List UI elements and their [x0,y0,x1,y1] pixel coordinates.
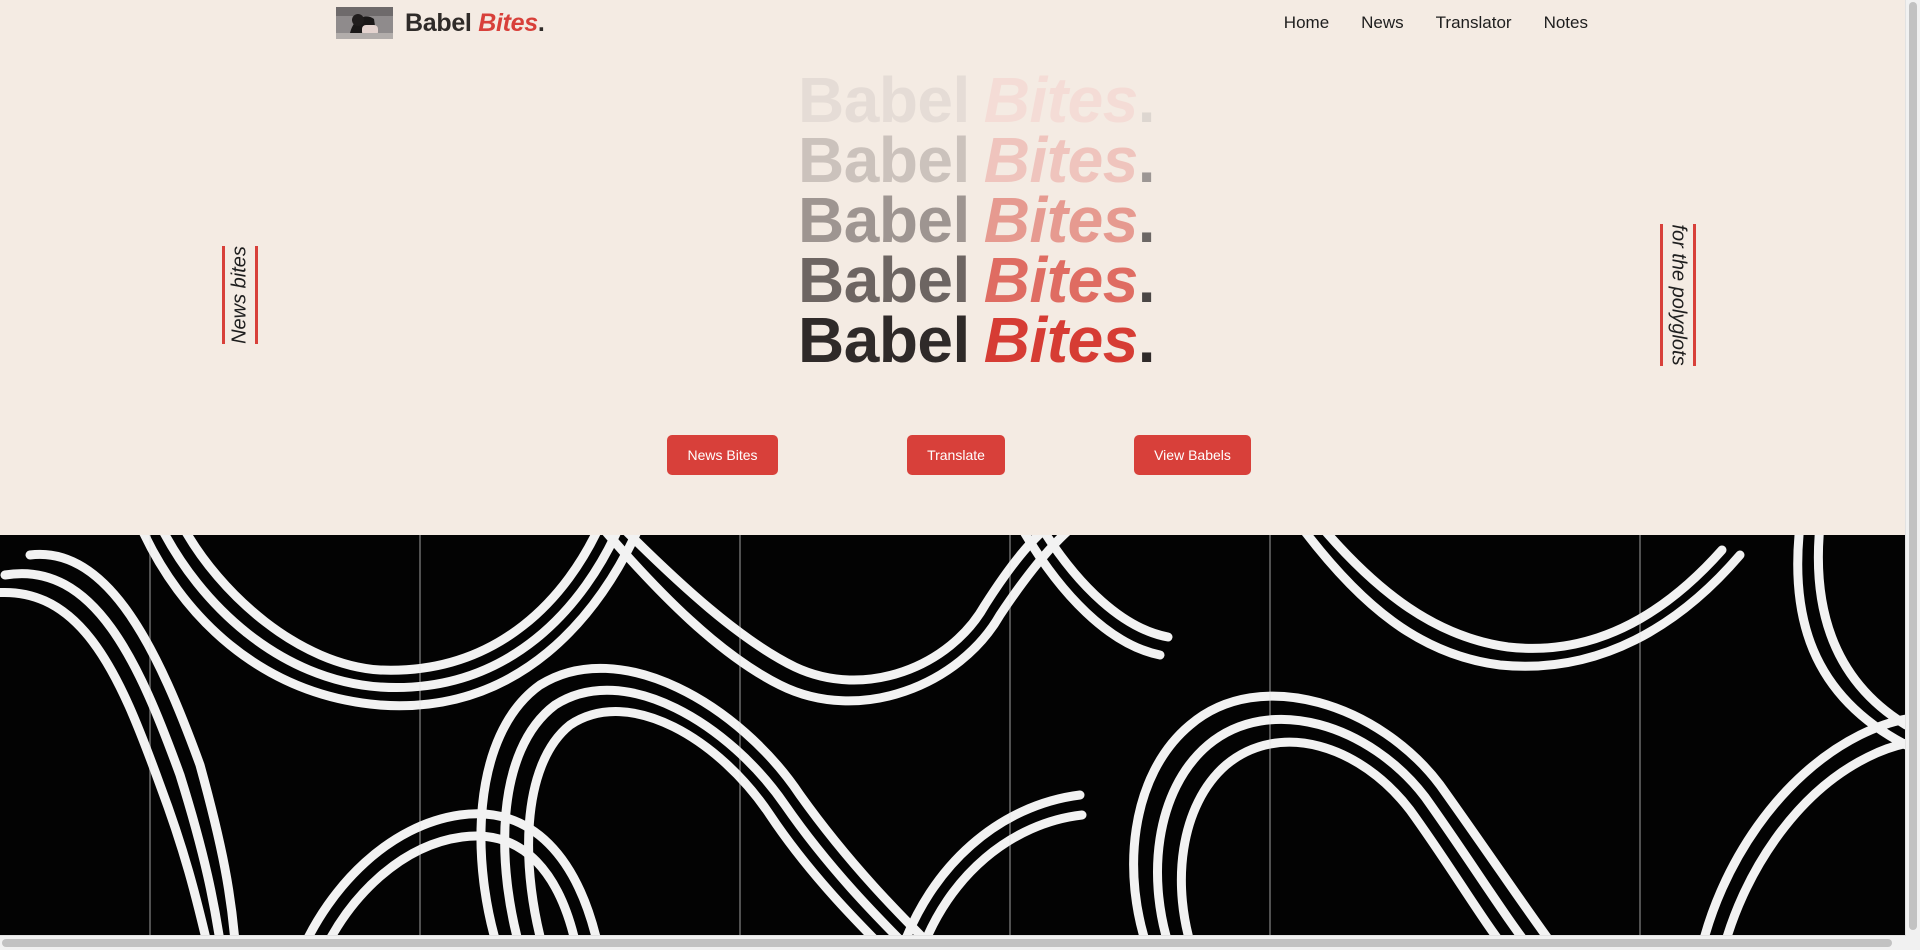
graffiti-banner-image [0,535,1906,935]
nav-notes[interactable]: Notes [1544,13,1588,33]
view-babels-button[interactable]: View Babels [1134,435,1251,475]
vertical-scrollbar[interactable] [1905,0,1920,950]
vertical-scrollbar-thumb[interactable] [1909,2,1917,930]
brand-name: Babel [405,8,472,37]
hero-title-stack: Babel Bites. Babel Bites. Babel Bites. Babe… [798,68,1198,372]
side-tag-left-text: News bites [228,246,251,344]
hero-line: Babel Bites. [798,308,1198,372]
side-tag-right: for the polyglots [1660,224,1696,366]
nav-translator[interactable]: Translator [1436,13,1512,33]
logo-thumbnail-image [336,7,393,39]
hero-line: Babel Bites. [798,188,1198,252]
navbar: Babel Bites. Home News Translator Notes [336,0,1588,46]
hero-line: Babel Bites. [798,248,1198,312]
side-tag-left: News bites [222,246,258,344]
brand-dot: . [537,8,545,37]
news-bites-button[interactable]: News Bites [667,435,778,475]
main-nav: Home News Translator Notes [1284,13,1588,33]
horizontal-scrollbar-thumb[interactable] [2,939,1892,947]
brand-logo[interactable]: Babel Bites. [336,7,545,39]
hero-word-bites: Bites [983,304,1139,376]
brand-title: Babel Bites. [405,9,545,38]
hero-line: Babel Bites. [798,128,1198,192]
horizontal-scrollbar[interactable] [0,935,1906,950]
nav-news[interactable]: News [1361,13,1404,33]
hero-dot: . [1137,304,1156,376]
hero-line: Babel Bites. [798,68,1198,132]
hero-word-babel: Babel [798,304,970,376]
translate-button[interactable]: Translate [907,435,1005,475]
side-tag-right-text: for the polyglots [1667,224,1690,366]
brand-accent: Bites [478,8,538,37]
nav-home[interactable]: Home [1284,13,1329,33]
